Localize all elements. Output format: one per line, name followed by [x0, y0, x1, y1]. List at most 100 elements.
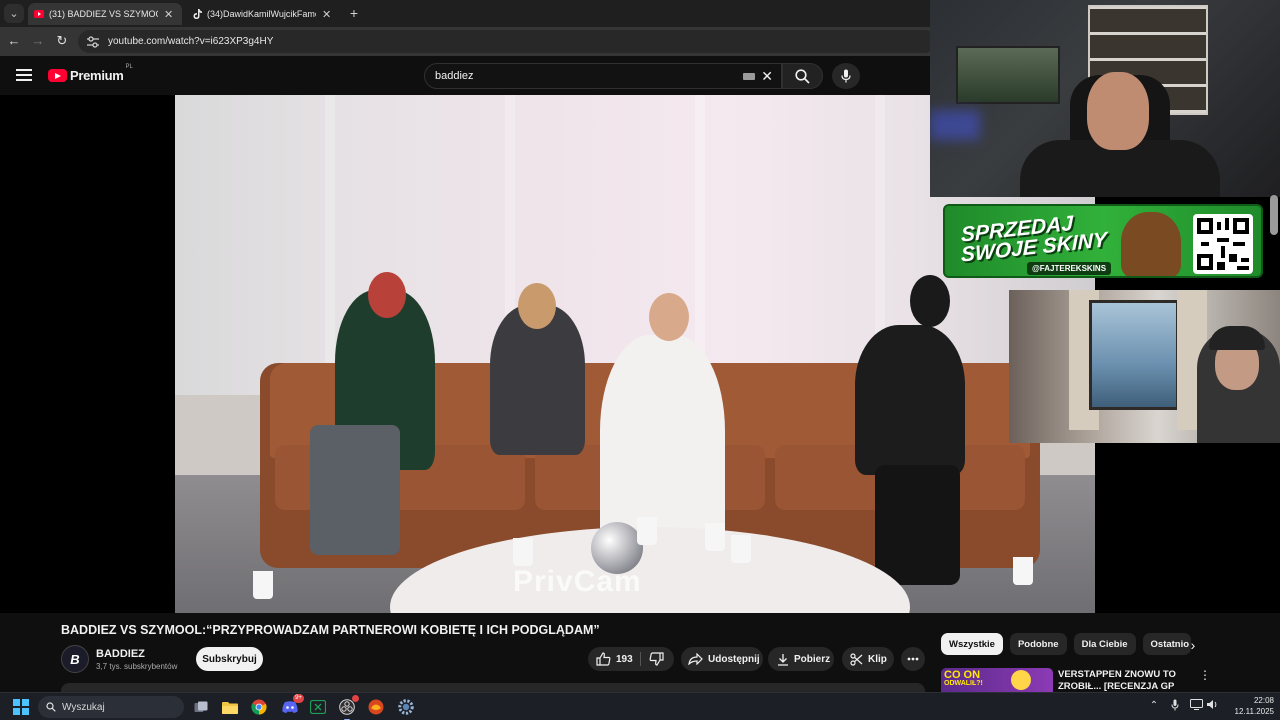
youtube-play-icon [48, 69, 67, 82]
dislike-button[interactable] [649, 652, 669, 669]
share-label: Udostępnij [708, 653, 760, 665]
curtain-fold [325, 95, 335, 395]
excel-icon[interactable] [308, 697, 328, 717]
show-hidden-icons-chevron[interactable]: ⌃ [1147, 699, 1161, 713]
taskbar-clock[interactable]: 22:08 12.11.2025 [1224, 695, 1274, 717]
recommended-title[interactable]: VERSTAPPEN ZNOWU TO ZROBIŁ... [RECENZJA … [1058, 669, 1198, 692]
sponsor-handle: @FAJTEREKSKINS [1027, 262, 1112, 275]
chip-recent[interactable]: Ostatnio [1142, 633, 1192, 655]
microphone-icon [841, 69, 851, 83]
guest-webcam [1009, 290, 1280, 443]
discord-icon[interactable]: 9+ [280, 694, 304, 717]
tab-search-button[interactable]: ⌄ [4, 4, 24, 23]
url-text: youtube.com/watch?v=i623XP3g4HY [108, 36, 274, 47]
like-button[interactable]: 193 [596, 652, 633, 666]
recommended-thumbnail[interactable]: CO ON ODWALIŁ?! [941, 668, 1053, 692]
like-count: 193 [616, 653, 633, 665]
dog-mascot-image [1121, 212, 1181, 276]
like-divider [640, 652, 641, 666]
download-label: Pobierz [794, 653, 831, 665]
subscriber-count: 3,7 tys. subskrybentów [96, 661, 178, 671]
close-tab-icon[interactable]: ✕ [322, 8, 334, 21]
cup [637, 517, 657, 545]
obs-icon[interactable] [337, 695, 359, 720]
search-icon [795, 68, 810, 84]
youtube-premium-logo[interactable]: Premium PL [48, 64, 133, 83]
browser-tab-tiktok[interactable]: (34)DawidKamilWujcikFameMm ✕ [186, 3, 340, 25]
voice-search-button[interactable] [832, 63, 860, 89]
discord-notification-badge: 9+ [293, 694, 304, 703]
surprised-face-icon [1011, 670, 1031, 690]
search-icon [46, 702, 56, 712]
microphone-icon[interactable] [1168, 699, 1182, 713]
person-2-hair [518, 283, 556, 329]
clock-date: 12.11.2025 [1234, 707, 1274, 716]
settings-gear-icon[interactable] [396, 697, 416, 717]
aquarium [956, 46, 1060, 104]
channel-name[interactable]: BADDIEZ [96, 648, 177, 660]
obs-live-dot [352, 695, 359, 702]
person-4 [855, 325, 965, 475]
cup [1013, 557, 1033, 585]
address-bar[interactable]: youtube.com/watch?v=i623XP3g4HY [78, 30, 936, 53]
streamer-webcam [930, 0, 1280, 197]
share-icon [688, 653, 703, 665]
channel-avatar-letter: B [70, 651, 80, 667]
clip-button[interactable]: Klip [842, 647, 894, 671]
more-vertical-icon[interactable]: ⋮ [1199, 668, 1211, 684]
more-horizontal-icon [907, 657, 919, 661]
channel-avatar[interactable]: B [61, 645, 89, 673]
keyboard-icon[interactable] [743, 72, 756, 80]
logo-text: Premium [70, 68, 124, 83]
person-3-head [649, 293, 689, 341]
browser-tab-youtube[interactable]: (31) BADDIEZ VS SZYMOOL:"PR ✕ [28, 3, 182, 25]
app-icon-red[interactable] [366, 697, 386, 717]
new-tab-button[interactable]: + [346, 5, 362, 21]
chip-similar[interactable]: Podobne [1009, 633, 1067, 655]
person-1-hair [368, 272, 406, 318]
task-view-icon[interactable] [191, 697, 211, 717]
chip-all[interactable]: Wszystkie [941, 633, 1003, 655]
tab-title: (31) BADDIEZ VS SZYMOOL:"PR [49, 9, 158, 19]
person-1-boots [310, 425, 400, 555]
windows-start-icon[interactable] [13, 699, 29, 715]
chevron-right-icon[interactable]: › [1186, 637, 1200, 653]
chrome-icon[interactable] [249, 697, 269, 717]
search-box[interactable]: baddiez ✕ [424, 63, 782, 89]
channel-info[interactable]: B BADDIEZ 3,7 tys. subskrybentów [61, 645, 177, 673]
like-dislike-group: 193 [588, 647, 674, 671]
scissors-icon [850, 652, 863, 666]
file-explorer-icon[interactable] [220, 697, 240, 717]
taskbar-search[interactable]: Wyszukaj [38, 696, 184, 718]
clear-search-icon[interactable]: ✕ [761, 68, 773, 85]
person-4-boots [875, 465, 960, 585]
guest-cap [1209, 326, 1265, 350]
thumbs-down-icon [649, 652, 664, 666]
page-scrollbar[interactable] [1270, 195, 1278, 235]
download-button[interactable]: Pobierz [768, 647, 834, 671]
forward-icon[interactable]: → [30, 33, 46, 49]
search-input[interactable]: baddiez [435, 70, 743, 82]
site-info-icon[interactable] [86, 35, 100, 48]
youtube-icon [34, 9, 44, 19]
video-watermark: PrivCam [513, 565, 642, 598]
menu-icon[interactable] [16, 69, 32, 81]
search-button[interactable] [782, 63, 823, 89]
chip-for-you[interactable]: Dla Ciebie [1073, 633, 1136, 655]
tiktok-icon [192, 9, 202, 19]
taskbar-search-label: Wyszukaj [62, 701, 105, 713]
back-icon[interactable]: ← [6, 33, 22, 49]
subscribe-button[interactable]: Subskrybuj [196, 647, 263, 671]
video-title: BADDIEZ VS SZYMOOL:“PRZYPROWADZAM PARTNE… [61, 623, 600, 637]
share-button[interactable]: Udostępnij [681, 647, 763, 671]
more-actions-button[interactable] [901, 647, 925, 671]
reload-icon[interactable]: ↻ [54, 33, 70, 49]
person-4-hair [910, 275, 950, 327]
network-icon[interactable] [1189, 699, 1203, 713]
recommended-video[interactable]: CO ON ODWALIŁ?! VERSTAPPEN ZNOWU TO ZROB… [941, 667, 1211, 692]
cup [253, 571, 273, 599]
cup [731, 535, 751, 563]
volume-icon[interactable] [1205, 699, 1219, 713]
close-tab-icon[interactable]: ✕ [164, 8, 176, 21]
streamer-face [1087, 72, 1149, 150]
